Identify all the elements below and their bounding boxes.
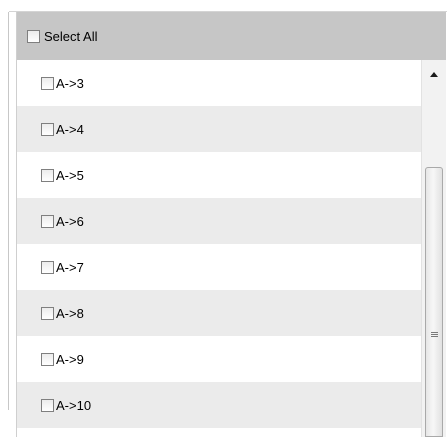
item-label[interactable]: A->6 — [56, 214, 84, 229]
scroll-up-arrow-icon[interactable] — [430, 72, 438, 77]
item-checkbox[interactable] — [41, 398, 54, 412]
item-label[interactable]: A->9 — [56, 352, 84, 367]
scrollbar-thumb[interactable] — [425, 167, 443, 437]
item-label[interactable]: A->5 — [56, 168, 84, 183]
list-item[interactable]: A->10 — [17, 382, 446, 428]
item-label[interactable]: A->7 — [56, 260, 84, 275]
checklist-panel: Select All A->3 A->4 A->5 A->6 A->7 A->8… — [16, 12, 446, 437]
list-item[interactable]: A->4 — [17, 106, 446, 152]
grip-line-icon — [431, 336, 438, 337]
item-label[interactable]: A->3 — [56, 76, 84, 91]
item-checkbox[interactable] — [41, 122, 54, 136]
select-all-checkbox[interactable] — [27, 29, 40, 43]
item-label[interactable]: A->10 — [56, 398, 91, 413]
item-checkbox[interactable] — [41, 168, 54, 182]
checklist-window: Select All A->3 A->4 A->5 A->6 A->7 A->8… — [0, 0, 447, 437]
select-all-label[interactable]: Select All — [44, 29, 97, 44]
item-checkbox[interactable] — [41, 352, 54, 366]
list-item[interactable]: A->8 — [17, 290, 446, 336]
item-label[interactable]: A->4 — [56, 122, 84, 137]
list-item[interactable]: A->6 — [17, 198, 446, 244]
select-all-header[interactable]: Select All — [17, 12, 446, 60]
item-checkbox[interactable] — [41, 214, 54, 228]
item-label[interactable]: A->8 — [56, 306, 84, 321]
list-item[interactable]: A->9 — [17, 336, 446, 382]
grip-line-icon — [431, 334, 438, 335]
item-checkbox[interactable] — [41, 306, 54, 320]
vertical-scrollbar[interactable] — [421, 60, 446, 437]
list-item[interactable]: A->3 — [17, 60, 446, 106]
grip-line-icon — [431, 332, 438, 333]
list-item[interactable]: A->7 — [17, 244, 446, 290]
outer-border-line — [8, 12, 9, 410]
item-list: A->3 A->4 A->5 A->6 A->7 A->8 A->9 A->10 — [17, 60, 446, 428]
list-item[interactable]: A->5 — [17, 152, 446, 198]
item-checkbox[interactable] — [41, 260, 54, 274]
item-checkbox[interactable] — [41, 76, 54, 90]
